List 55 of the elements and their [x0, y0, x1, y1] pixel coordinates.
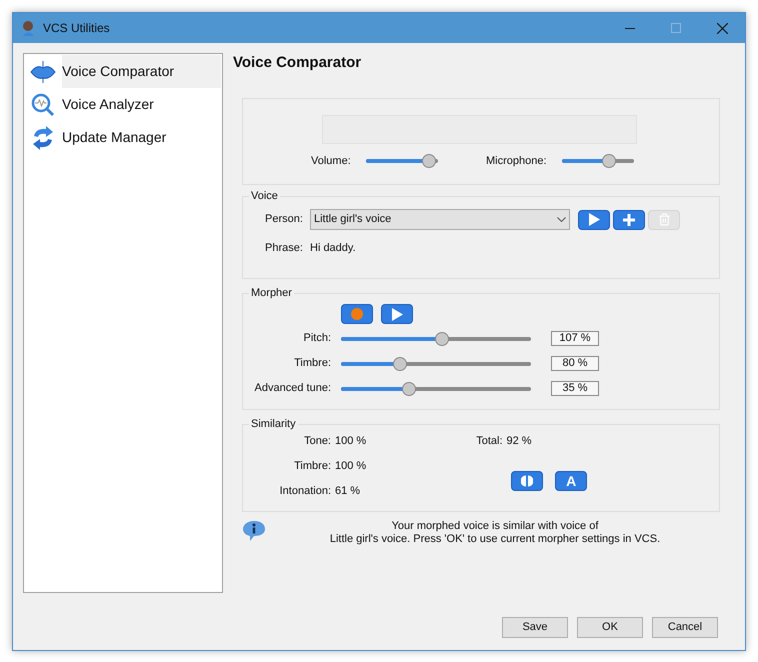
info-bubble-icon: [242, 520, 266, 542]
slider-label: Timbre:: [293, 356, 331, 372]
page-heading: Voice Comparator: [233, 54, 362, 72]
play-icon: [391, 308, 403, 320]
stat-value: 100 %: [335, 459, 366, 472]
stat-value: 100 %: [335, 434, 366, 447]
magnifier-wave-icon: [31, 92, 55, 116]
info-message: Your morphed voice is similar with voice of Little girl's voice. Press 'OK' to use current morpher settings in VCS.: [328, 520, 662, 546]
value-readout: 80 %: [551, 356, 599, 371]
group-legend: Morpher: [249, 285, 294, 301]
sidebar-item[interactable]: Update Manager: [24, 121, 221, 154]
refresh-arrows-icon: [32, 126, 54, 150]
group-legend: Similarity: [249, 416, 298, 432]
stat-label: Tone:: [303, 434, 331, 447]
slider-thumb[interactable]: [422, 154, 436, 168]
lips-icon: [30, 60, 56, 82]
slider-label: Microphone:: [486, 154, 548, 169]
play-button[interactable]: [381, 304, 413, 324]
close-icon: [716, 22, 728, 34]
person-dropdown[interactable]: Little girl's voice: [310, 209, 570, 230]
sidebar-item[interactable]: Voice Analyzer: [24, 88, 221, 121]
slider-thumb[interactable]: [602, 154, 616, 168]
slider-label: Pitch:: [302, 331, 331, 346]
stat-value: 92 %: [506, 434, 532, 447]
record-button[interactable]: [341, 304, 373, 324]
dialog-button[interactable]: Cancel: [652, 617, 718, 638]
window-title: VCS Utilities: [43, 20, 110, 37]
trash-icon: [658, 213, 670, 226]
slider-label: Volume:: [311, 154, 352, 169]
plus-icon: [623, 214, 635, 226]
phrase-text: Hi daddy.: [310, 241, 356, 256]
field-label: Person:: [265, 212, 304, 228]
stat-value: 61 %: [335, 484, 360, 497]
slider-label: Advanced tune:: [254, 381, 331, 396]
split-circle-icon: [521, 475, 534, 487]
app-icon: [21, 20, 37, 36]
chevron-down-icon: [557, 217, 566, 222]
stat-label: Intonation:: [278, 484, 331, 497]
slider-thumb[interactable]: [434, 332, 449, 346]
dialog-button[interactable]: OK: [577, 617, 643, 638]
play-icon: [588, 213, 600, 226]
field-label: Phrase:: [265, 241, 304, 256]
value-readout: 35 %: [551, 381, 599, 396]
play-button[interactable]: [578, 210, 610, 230]
compare-button[interactable]: [511, 471, 544, 491]
font-button[interactable]: A: [555, 471, 588, 491]
stat-label: Total:: [476, 434, 502, 447]
dialog-button[interactable]: Save: [502, 617, 568, 638]
value-readout: 107 %: [551, 331, 599, 346]
add-button[interactable]: [613, 210, 645, 230]
slider-thumb[interactable]: [402, 382, 416, 396]
record-icon: [351, 308, 363, 320]
slider-thumb[interactable]: [392, 356, 407, 370]
stat-label: Timbre:: [293, 459, 331, 472]
maximize-icon: [671, 23, 681, 33]
